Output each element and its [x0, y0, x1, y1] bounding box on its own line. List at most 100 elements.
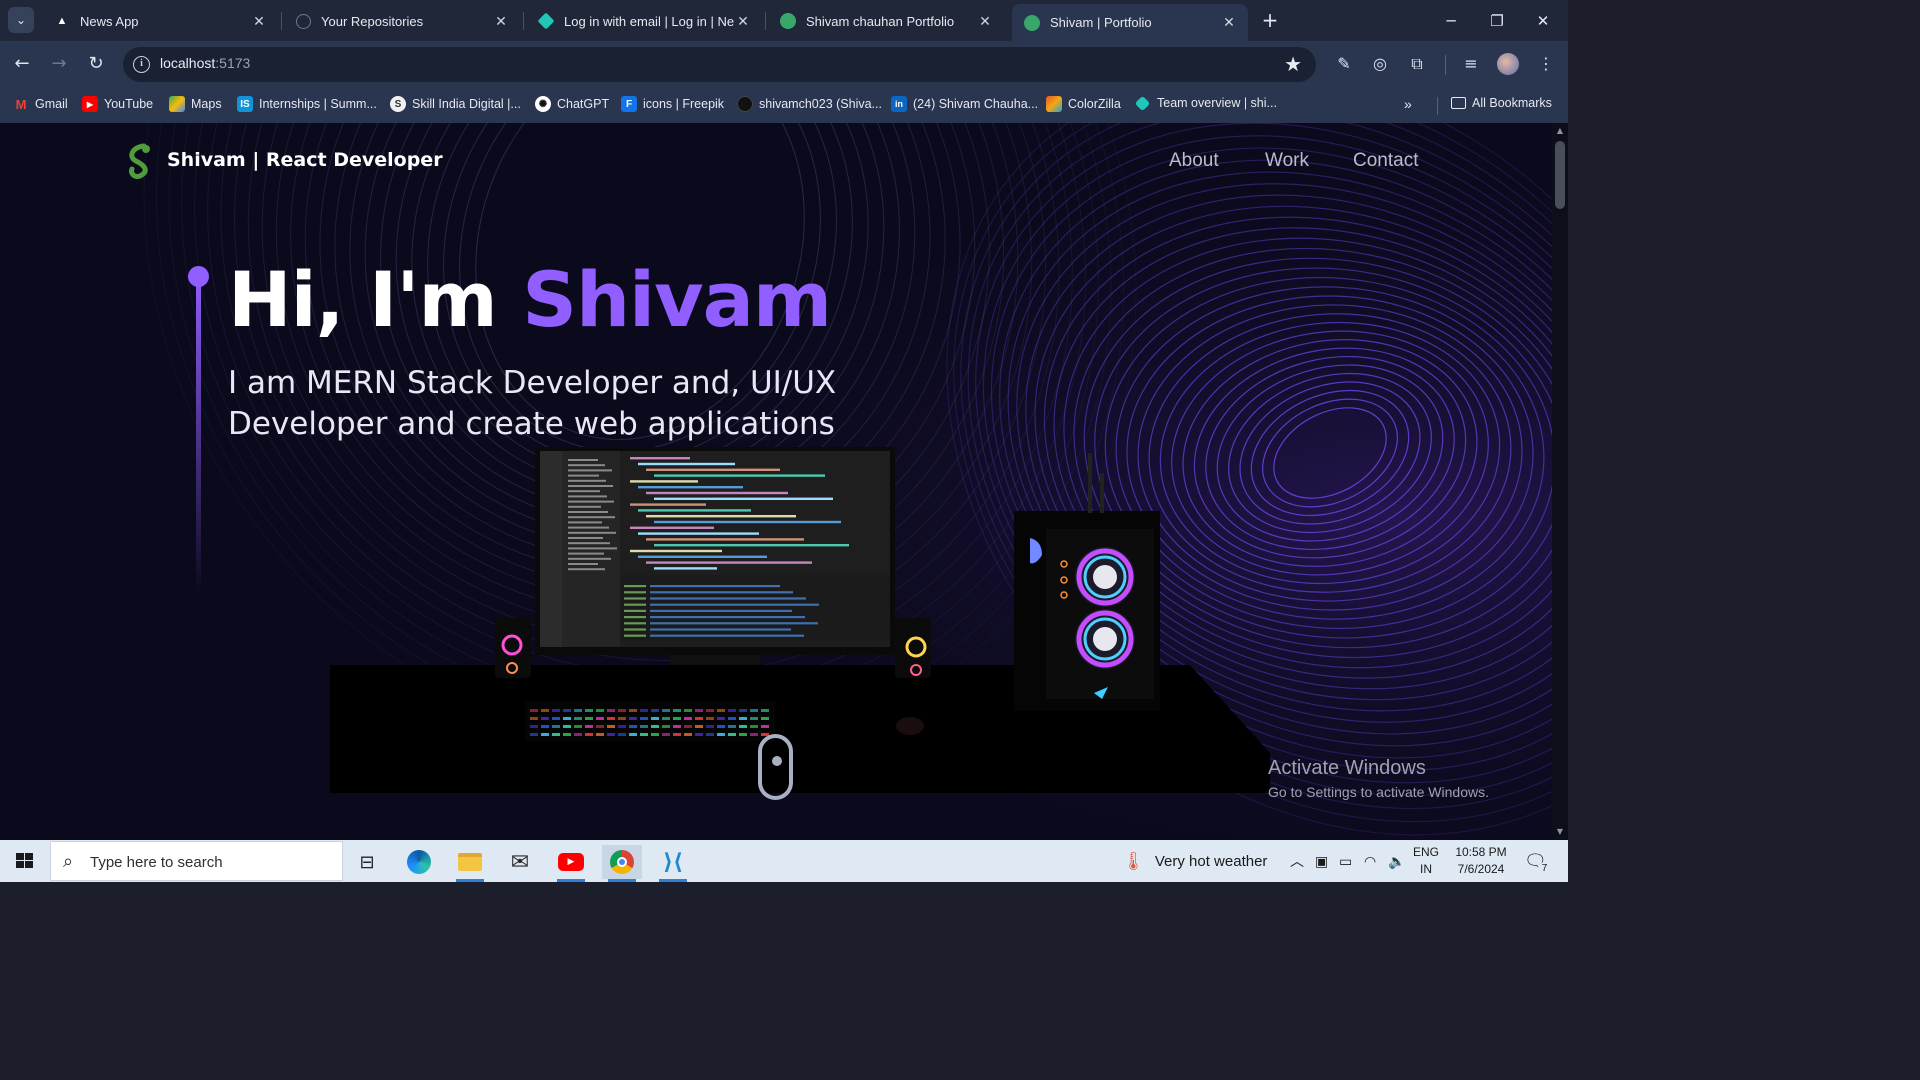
skill-india-icon: S — [390, 96, 406, 112]
taskbar-search-box[interactable]: ⌕ Type here to search — [50, 841, 343, 881]
address-bar[interactable]: i localhost:5173 ★ — [123, 47, 1316, 82]
clock[interactable]: 10:58 PM 7/6/2024 — [1452, 840, 1510, 882]
notification-count: 7 — [1538, 862, 1551, 875]
battery-icon[interactable]: ▭ — [1339, 840, 1352, 882]
keyboard-key — [574, 717, 582, 720]
bookmark-maps[interactable]: Maps — [169, 96, 222, 112]
mail-icon[interactable]: ✉ — [500, 845, 540, 879]
reload-icon: ↻ — [88, 53, 104, 74]
vscode-icon[interactable]: ⟩⟨ — [653, 845, 693, 882]
chrome-icon[interactable] — [602, 845, 642, 882]
close-tab-icon[interactable]: ✕ — [976, 13, 994, 30]
browser-tab[interactable]: ▲ News App ✕ — [42, 5, 278, 37]
file-explorer-icon[interactable] — [450, 845, 490, 882]
language-indicator[interactable]: ENG IN — [1413, 840, 1439, 882]
keyboard-key — [629, 733, 637, 736]
monitor-stand — [670, 655, 760, 665]
explorer-entry — [568, 557, 611, 560]
browser-tab[interactable]: Log in with email | Log in | Netli ✕ — [526, 5, 762, 37]
code-editor-terminal — [620, 575, 890, 641]
page-viewport: Shivam | React Developer About Work Cont… — [0, 123, 1552, 840]
volume-icon[interactable]: 🔈 — [1388, 840, 1405, 882]
keyboard-key — [684, 725, 692, 728]
desk-setup-3d-scene[interactable] — [330, 443, 1290, 803]
code-line — [638, 532, 759, 535]
bookmark-linkedin[interactable]: in (24) Shivam Chauha... — [891, 96, 1038, 112]
bookmark-freepik[interactable]: Ficons | Freepik — [621, 96, 724, 112]
keyboard-key — [585, 709, 593, 712]
forward-button[interactable]: → — [46, 51, 72, 77]
media-controls-icon[interactable]: ≡ — [1460, 53, 1482, 75]
wifi-icon[interactable]: ◠ — [1364, 840, 1376, 882]
tab-search-button[interactable]: ⌄ — [8, 7, 34, 33]
terminal-line — [624, 616, 646, 619]
browser-tab[interactable]: Shivam chauhan Portfolio ✕ — [768, 5, 1004, 37]
github-icon — [737, 96, 753, 112]
language-code: ENG — [1413, 845, 1440, 859]
restore-button[interactable]: ❐ — [1474, 8, 1520, 34]
minimize-button[interactable]: ─ — [1428, 8, 1474, 34]
all-bookmarks-button[interactable]: All Bookmarks — [1451, 96, 1552, 110]
keyboard-key — [618, 709, 626, 712]
browser-tab[interactable]: Your Repositories ✕ — [284, 5, 520, 37]
code-line — [654, 520, 841, 524]
keyboard-key — [596, 733, 604, 736]
extension-target-icon[interactable]: ◎ — [1369, 53, 1391, 75]
keyboard-key — [673, 717, 681, 720]
brand-name: Shivam — [167, 149, 246, 171]
explorer-entry — [568, 531, 616, 534]
close-tab-icon[interactable]: ✕ — [734, 13, 752, 30]
bookmark-internships[interactable]: IS Internships | Summ... — [237, 96, 377, 112]
explorer-entry — [568, 547, 617, 550]
bookmark-skill-india[interactable]: S Skill India Digital |... — [390, 96, 521, 112]
nav-link-about[interactable]: About — [1169, 150, 1219, 172]
close-tab-icon[interactable]: ✕ — [1220, 14, 1238, 31]
bookmark-netlify-team[interactable]: Team overview | shi... — [1134, 95, 1277, 111]
nav-link-work[interactable]: Work — [1265, 150, 1309, 172]
bookmark-github[interactable]: shivamch023 (Shiva... — [737, 96, 882, 112]
portfolio-icon — [1024, 14, 1040, 31]
close-tab-icon[interactable]: ✕ — [492, 13, 510, 30]
bookmark-youtube[interactable]: ▶ YouTube — [82, 96, 153, 112]
browser-menu-icon[interactable]: ⋮ — [1535, 53, 1557, 75]
profile-avatar[interactable] — [1497, 53, 1519, 75]
task-view-icon[interactable]: ⊟ — [347, 845, 387, 879]
reload-button[interactable]: ↻ — [83, 51, 109, 77]
minimize-icon: ─ — [1446, 12, 1456, 30]
site-brand[interactable]: Shivam | React Developer — [167, 149, 443, 171]
tab-separator — [523, 12, 524, 30]
scrollbar-thumb[interactable] — [1555, 141, 1565, 209]
close-tab-icon[interactable]: ✕ — [250, 13, 268, 30]
site-logo-icon[interactable] — [124, 143, 158, 179]
bookmark-chatgpt[interactable]: ✺ ChatGPT — [535, 96, 609, 112]
extensions-puzzle-icon[interactable]: ⧉ — [1406, 53, 1428, 75]
scroll-down-indicator[interactable] — [758, 734, 793, 800]
explorer-entry — [568, 511, 608, 513]
youtube-app-icon[interactable]: ▶ — [551, 845, 591, 882]
scroll-up-arrow-icon[interactable]: ▲ — [1555, 126, 1565, 135]
new-tab-button[interactable]: + — [1258, 8, 1282, 32]
more-bookmarks-button[interactable]: » — [1404, 96, 1412, 112]
code-line — [646, 538, 804, 541]
notifications-button[interactable]: 🗨 7 — [1524, 840, 1551, 882]
terminal-line — [624, 609, 646, 612]
bookmark-colorzilla[interactable]: ColorZilla — [1046, 96, 1121, 112]
bookmark-star-icon[interactable]: ★ — [1284, 52, 1302, 76]
nav-link-contact[interactable]: Contact — [1353, 150, 1418, 172]
edge-browser-icon[interactable] — [399, 845, 439, 879]
close-icon: ✕ — [1536, 12, 1550, 30]
url-text[interactable]: localhost:5173 — [160, 55, 250, 71]
close-window-button[interactable]: ✕ — [1520, 8, 1566, 34]
bookmark-gmail[interactable]: M Gmail — [13, 96, 68, 112]
scroll-indicator-dot — [772, 756, 782, 766]
show-hidden-icons-button[interactable]: ︿ — [1290, 840, 1304, 882]
scroll-down-arrow-icon[interactable]: ▼ — [1555, 827, 1565, 836]
windows-start-icon[interactable] — [0, 840, 50, 882]
browser-tab-active[interactable]: Shivam | Portfolio ✕ — [1012, 4, 1248, 41]
page-scrollbar[interactable]: ▲ ▼ — [1552, 123, 1568, 840]
meet-now-icon[interactable]: ▣ — [1315, 840, 1328, 882]
eyedropper-extension-icon[interactable]: ✎ — [1333, 53, 1355, 75]
back-button[interactable]: ← — [9, 51, 35, 77]
weather-widget[interactable]: 🌡 Very hot weather — [1122, 840, 1267, 882]
site-info-icon[interactable]: i — [133, 56, 150, 73]
